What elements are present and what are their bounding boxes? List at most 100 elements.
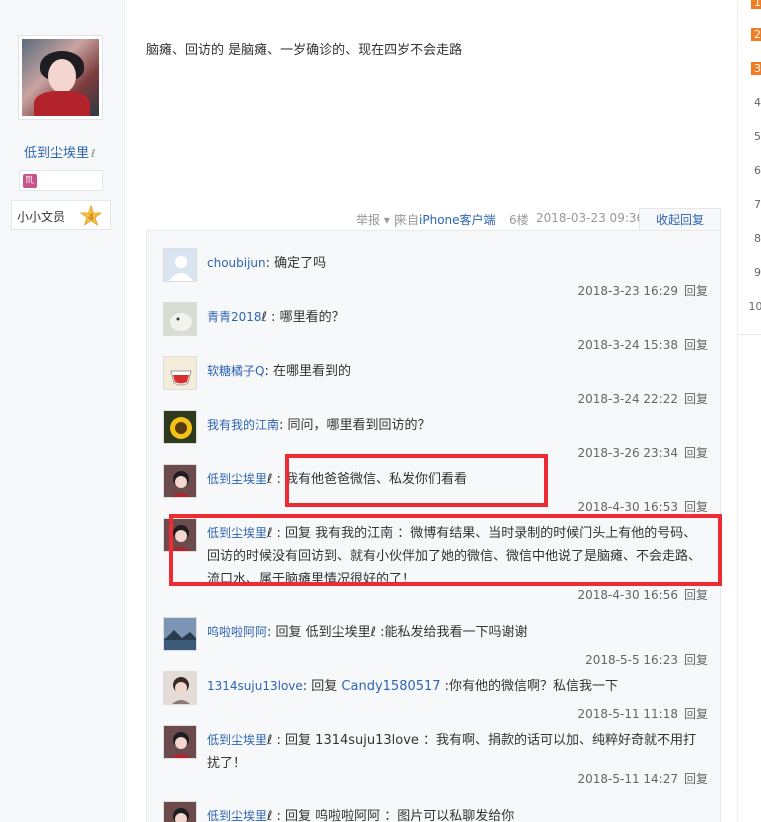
reply-item: 1314suju13love: 回复 Candy1580517 :你有他的微信啊… [163, 671, 708, 725]
reply-button[interactable]: 回复 [684, 446, 708, 460]
reply-username[interactable]: 青青2018 [207, 310, 262, 324]
reply-avatar[interactable] [163, 801, 197, 822]
reply-avatar[interactable] [163, 356, 197, 390]
level-title: 小小文员 [17, 210, 66, 224]
reply-to-username[interactable]: Candy1580517 [341, 679, 440, 694]
reply-button[interactable]: 回复 [684, 284, 708, 298]
reply-suffix: ℓ : [267, 733, 281, 748]
reply-item: 软糖橘子Q: 在哪里看到的 2018-3-24 22:22 回复 [163, 356, 708, 410]
avatar-image [22, 39, 99, 116]
reply-avatar[interactable] [163, 302, 197, 336]
reply-time: 2018-5-11 11:18 [577, 707, 678, 721]
level-number: 4 [88, 213, 94, 223]
rank-number: 8 [754, 232, 761, 245]
reply-suffix: ℓ : [267, 809, 281, 822]
reply-meta: 2018-3-23 16:29 回复 [577, 282, 708, 299]
reply-button[interactable]: 回复 [684, 588, 708, 602]
reply-username[interactable]: 我有我的江南 [207, 418, 279, 432]
post-tail-bar: 举报 ▾ | 来自iPhone客户端 6楼 2018-03-23 09:36 收… [146, 208, 721, 230]
reply-time: 2018-3-26 23:34 [577, 446, 678, 460]
reply-avatar[interactable] [163, 248, 197, 282]
level-star-icon: 4 [79, 204, 103, 227]
reply-button[interactable]: 回复 [684, 772, 708, 786]
reply-meta: 2018-3-26 23:34 回复 [577, 444, 708, 461]
author-avatar[interactable] [18, 35, 103, 120]
reply-meta: 2018-5-5 16:23 回复 [585, 651, 708, 668]
reply-item: 低到尘埃里ℓ : 回复 1314suju13love ：我有啊、捐款的话可以加、… [163, 725, 708, 801]
client-link[interactable]: iPhone客户端 [419, 213, 496, 227]
reply-avatar[interactable] [163, 464, 197, 498]
reply-time: 2018-3-24 15:38 [577, 338, 678, 352]
reply-username[interactable]: 低到尘埃里 [207, 472, 267, 486]
reply-username[interactable]: 呜啦啦阿阿 [207, 625, 267, 639]
sidebar-divider [738, 334, 761, 335]
reply-text: 青青2018ℓ : 哪里看的？ [207, 306, 707, 329]
collapse-replies-button[interactable]: 收起回复 [639, 208, 721, 230]
reply-body: 回复 低到尘埃里ℓ :能私发给我看一下吗谢谢 [271, 625, 528, 640]
reply-text: 我有我的江南: 同问，哪里看到回访的？ [207, 414, 707, 437]
reply-username[interactable]: 1314suju13love [207, 679, 303, 693]
reply-username[interactable]: 软糖橘子Q [207, 364, 264, 378]
reply-meta: 2018-3-24 15:38 回复 [577, 336, 708, 353]
reply-suffix: ℓ : [261, 310, 276, 325]
author-zodiac-box: ♏ [19, 170, 103, 191]
rank-number: 10 [748, 300, 761, 313]
post-time: 2018-03-23 09:36 [536, 211, 645, 225]
reply-button[interactable]: 回复 [684, 653, 708, 667]
post-floor: 6楼 [509, 213, 529, 227]
reply-username[interactable]: 低到尘埃里 [207, 733, 267, 747]
rank-number: 1 [751, 0, 761, 9]
reply-avatar[interactable] [163, 617, 197, 651]
reply-button[interactable]: 回复 [684, 707, 708, 721]
rank-number: 9 [754, 266, 761, 279]
reply-item: 青青2018ℓ : 哪里看的？ 2018-3-24 15:38 回复 [163, 302, 708, 356]
reply-text: 呜啦啦阿阿: 回复 低到尘埃里ℓ :能私发给我看一下吗谢谢 [207, 621, 707, 644]
reply-meta: 2018-4-30 16:53 回复 [577, 498, 708, 515]
author-name[interactable]: 低到尘埃里 [24, 146, 89, 161]
highlight-box [285, 454, 548, 507]
reply-text: 软糖橘子Q: 在哪里看到的 [207, 360, 707, 383]
reply-avatar[interactable] [163, 725, 197, 759]
hot-rank-sidebar: 1 2 3 4 5 6 7 8 9 10 [737, 0, 761, 822]
reply-time: 2018-3-23 16:29 [577, 284, 678, 298]
reply-meta: 2018-4-30 16:56 回复 [577, 586, 708, 603]
author-card: 低到尘埃里 ℓ ♏ 小小文员 4 [0, 0, 125, 822]
reply-body: 在哪里看到的 [268, 364, 351, 379]
scorpio-icon[interactable]: ♏ [23, 174, 37, 188]
rank-number: 4 [754, 96, 761, 109]
reply-meta: 2018-3-24 22:22 回复 [577, 390, 708, 407]
reply-button[interactable]: 回复 [684, 392, 708, 406]
reply-time: 2018-5-5 16:23 [585, 653, 678, 667]
reply-text: 低到尘埃里ℓ : 回复 呜啦啦阿阿 ：图片可以私聊发给你 [207, 805, 707, 822]
rank-number: 3 [751, 62, 761, 75]
author-name-link[interactable]: 低到尘埃里 ℓ [24, 142, 96, 161]
reply-body: :你有他的微信啊？私信我一下 [440, 679, 619, 694]
rank-number: 2 [751, 28, 761, 41]
reply-time: 2018-4-30 16:56 [577, 588, 678, 602]
highlight-box [169, 514, 722, 586]
reply-avatar[interactable] [163, 410, 197, 444]
reply-body: 同问，哪里看到回访的？ [283, 418, 431, 433]
reply-item: 低到尘埃里ℓ : 回复 呜啦啦阿阿 ：图片可以私聊发给你 [163, 801, 708, 822]
reply-text: choubijun: 确定了吗 [207, 252, 707, 275]
reply-body: 回复 1314suju13love ：我有啊、捐款的话可以加、纯粹好奇就不用打扰… [207, 733, 697, 771]
reply-username[interactable]: choubijun [207, 256, 266, 270]
reply-prefix: 回复 [307, 679, 342, 694]
rank-number: 7 [754, 198, 761, 211]
reply-button[interactable]: 回复 [684, 338, 708, 352]
reply-avatar[interactable] [163, 671, 197, 705]
reply-meta: 2018-5-11 11:18 回复 [577, 705, 708, 722]
report-button[interactable]: 举报 ▾ | [356, 211, 398, 228]
reply-item: choubijun: 确定了吗 2018-3-23 16:29 回复 [163, 248, 708, 302]
reply-username[interactable]: 低到尘埃里 [207, 809, 267, 822]
reply-text: 1314suju13love: 回复 Candy1580517 :你有他的微信啊… [207, 675, 707, 698]
rank-number: 5 [754, 130, 761, 143]
reply-body: 确定了吗 [270, 256, 327, 271]
rank-number: 6 [754, 164, 761, 177]
reply-time: 2018-3-24 22:22 [577, 392, 678, 406]
post-source: 来自iPhone客户端 [395, 211, 496, 228]
reply-body: 哪里看的？ [275, 310, 345, 325]
post-content: 脑瘫、回访的 是脑瘫、一岁确诊的、现在四岁不会走路 [146, 43, 463, 58]
author-level-box[interactable]: 小小文员 4 [11, 200, 111, 230]
reply-button[interactable]: 回复 [684, 500, 708, 514]
